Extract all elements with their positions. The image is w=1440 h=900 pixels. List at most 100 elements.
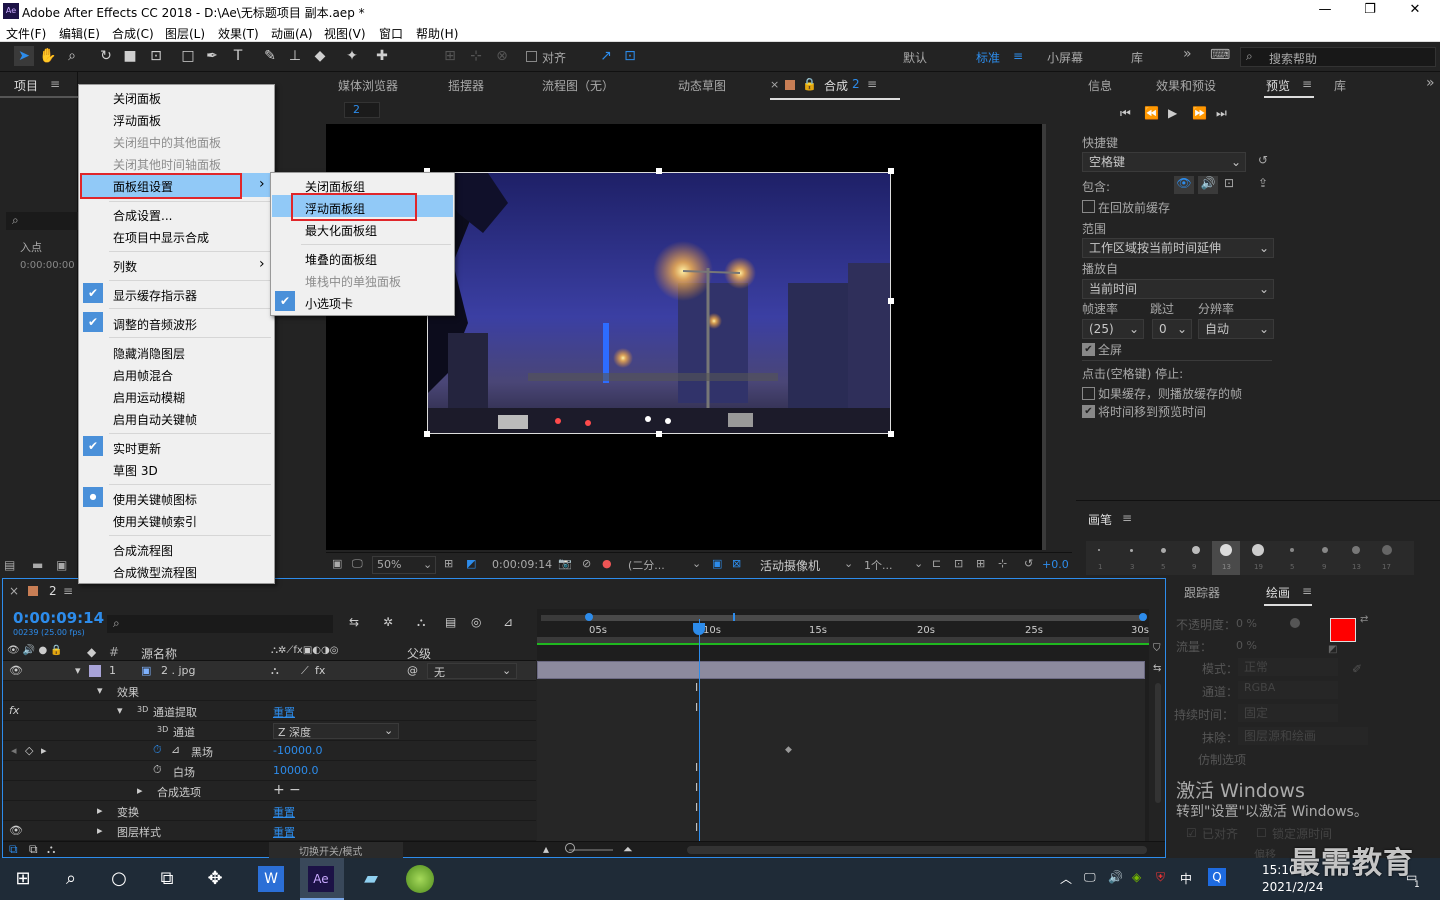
tab-flowchart[interactable]: 流程图（无） <box>542 77 614 94</box>
lock-icon[interactable]: 🔒 <box>802 77 817 91</box>
submenu-float-group[interactable]: 浮动面板组 <box>305 200 365 217</box>
effect-row[interactable]: fx ▾ 3D 通道提取 重置 <box>3 701 536 721</box>
layer-label-color[interactable] <box>89 665 101 677</box>
brush-tip[interactable] <box>1382 545 1392 555</box>
task-view-icon[interactable]: ⧉ <box>152 864 182 894</box>
menu-columns[interactable]: 列数 <box>113 258 137 275</box>
workspace-standard[interactable]: 标准 <box>976 49 1000 66</box>
zoom-slider-handle[interactable] <box>565 843 575 853</box>
tab-wiggler[interactable]: 摇摆器 <box>448 77 484 94</box>
reset-link[interactable]: 重置 <box>273 804 295 820</box>
submenu-maximize-group[interactable]: 最大化面板组 <box>305 222 377 239</box>
next-keyframe-icon[interactable]: ▸ <box>41 744 47 757</box>
views-dropdown[interactable]: 1个... ⌄ <box>860 556 926 574</box>
security-icon[interactable]: ⛨ <box>1156 870 1165 885</box>
mode-dropdown[interactable]: 正常 <box>1238 658 1338 676</box>
zoom-in-icon[interactable]: ⏶ <box>623 842 633 857</box>
channel-prop-row[interactable]: 3D 通道 Z 深度 ⌄ <box>3 721 536 741</box>
cache-before-checkbox[interactable] <box>1082 200 1095 216</box>
snapshot-icon[interactable]: 📷 <box>558 557 572 570</box>
erase-dropdown[interactable]: 图层源和绘画 <box>1238 727 1368 745</box>
close-icon[interactable]: ✕ <box>1400 2 1430 20</box>
fx-switch[interactable]: fx <box>315 664 325 677</box>
search-icon[interactable]: ⌕ <box>56 864 86 894</box>
safe-zones-icon[interactable]: ⊞ <box>444 557 453 570</box>
toggle-switches-modes-button[interactable]: 切换开关/模式 <box>269 842 403 858</box>
zoom-tool-icon[interactable]: ⌕ <box>62 46 82 66</box>
timeline-tracks[interactable]: 05s 10s 15s 20s 25s 30s ◆ I I I I I I <box>537 609 1149 841</box>
swap-colors-icon[interactable]: ⇄ <box>1360 614 1368 625</box>
zoom-slider[interactable] <box>569 849 613 851</box>
aligned-checkbox[interactable]: ☑ <box>1186 826 1197 840</box>
flowchart-icon[interactable]: ⊹ <box>998 557 1007 570</box>
brush-tip[interactable] <box>1322 547 1328 553</box>
always-preview-icon[interactable]: ▣ <box>332 557 342 570</box>
play-icon[interactable]: ▶ <box>1168 106 1177 120</box>
frame-blending-icon[interactable]: ▤ <box>445 615 456 629</box>
fullscreen-checkbox[interactable]: ✔ <box>1082 343 1095 356</box>
menu-comp-settings[interactable]: 合成设置... <box>113 207 172 224</box>
resize-handle[interactable] <box>888 431 894 437</box>
hide-shy-layers-icon[interactable]: ⛬ <box>417 615 425 630</box>
panel-menu-icon[interactable]: ≡ <box>867 77 877 91</box>
nvidia-icon[interactable]: ◈ <box>1132 870 1141 884</box>
comp-options-row[interactable]: ▸ 合成选项 + − <box>3 781 536 801</box>
prev-keyframe-icon[interactable]: ◂ <box>11 744 17 757</box>
tab-project[interactable]: 项目 <box>14 77 38 94</box>
brush-tip[interactable] <box>1098 549 1100 551</box>
menu-motion-blur[interactable]: 启用运动模糊 <box>113 389 185 406</box>
effects-group-row[interactable]: ▾ 效果 <box>3 681 536 701</box>
rotate-tool-icon[interactable]: ↻ <box>96 46 116 66</box>
toggle-timing-icon[interactable]: ⛬ <box>47 842 55 857</box>
menu-adjusted-audio-waveform[interactable]: 调整的音频波形 <box>113 316 197 333</box>
pan-behind-tool-icon[interactable]: ⊡ <box>146 46 166 66</box>
menu-window[interactable]: 窗口 <box>379 25 403 42</box>
shy-switch-icon[interactable]: ⛬ <box>271 664 279 678</box>
more-panels-icon[interactable]: » <box>1426 75 1435 91</box>
opacity-value[interactable]: 0 % <box>1236 617 1257 630</box>
menu-file[interactable]: 文件(F) <box>6 25 46 42</box>
night-street-image[interactable] <box>427 172 891 434</box>
black-point-row[interactable]: ◂ ◇ ▸ ⏱ ⊿ 黑场 -10000.0 <box>3 741 536 761</box>
clock-date[interactable]: 2021/2/24 <box>1262 880 1324 894</box>
maximize-icon[interactable]: ❐ <box>1355 2 1385 20</box>
puppet-tool-icon[interactable]: ✚ <box>372 46 392 66</box>
file-app-icon[interactable]: ▰ <box>356 864 386 894</box>
resize-handle[interactable] <box>424 431 430 437</box>
tab-preview[interactable]: 预览 <box>1266 77 1290 94</box>
fast-preview-icon[interactable]: ⊡ <box>954 557 963 570</box>
tab-timeline-comp[interactable]: 2 <box>49 584 57 598</box>
foreground-color-swatch[interactable] <box>1330 618 1356 642</box>
channel-dropdown[interactable]: RGBA <box>1238 681 1338 699</box>
pen-tool-icon[interactable]: ✒ <box>202 46 222 66</box>
play-from-dropdown[interactable]: 当前时间 ⌄ <box>1082 279 1274 299</box>
resize-handle[interactable] <box>888 298 894 304</box>
panel-menu-icon[interactable]: ≡ <box>63 584 73 598</box>
tab-info[interactable]: 信息 <box>1088 77 1112 94</box>
playhead-icon[interactable] <box>693 623 705 635</box>
pickwhip-icon[interactable]: @ <box>407 664 418 677</box>
menu-help[interactable]: 帮助(H) <box>416 25 458 42</box>
resize-handle[interactable] <box>656 168 662 174</box>
interpret-footage-icon[interactable]: ▤ <box>4 558 15 572</box>
reset-icon[interactable]: ↺ <box>1258 153 1268 167</box>
menu-animation[interactable]: 动画(A) <box>271 25 313 42</box>
timeline-icon[interactable]: ⊞ <box>976 557 985 570</box>
layer-name[interactable]: 2 . jpg <box>161 664 196 677</box>
menu-effect[interactable]: 效果(T) <box>218 25 259 42</box>
channels-icon[interactable]: ● <box>602 557 612 570</box>
shortcut-dropdown[interactable]: 空格键 ⌄ <box>1082 152 1246 172</box>
toggle-pixel-aspect-icon[interactable]: ⊏ <box>932 557 941 570</box>
collapse-arrow-icon[interactable]: ▸ <box>97 824 103 837</box>
brush-tip-selected[interactable] <box>1220 544 1232 556</box>
region-of-interest-icon[interactable]: ▣ <box>712 557 722 570</box>
mask-visibility-icon[interactable]: ◩ <box>466 557 476 570</box>
expand-arrow-icon[interactable]: ▾ <box>117 704 123 717</box>
menu-close-panel[interactable]: 关闭面板 <box>113 90 161 107</box>
resize-handle[interactable] <box>656 431 662 437</box>
brush-tip[interactable] <box>1252 544 1264 556</box>
menu-show-cache-indicators[interactable]: 显示缓存指示器 <box>113 287 197 304</box>
camera-dropdown[interactable]: 活动摄像机 ⌄ <box>756 556 856 574</box>
tab-library[interactable]: 库 <box>1334 77 1346 94</box>
menu-panel-group-settings[interactable]: 面板组设置 <box>113 178 173 195</box>
